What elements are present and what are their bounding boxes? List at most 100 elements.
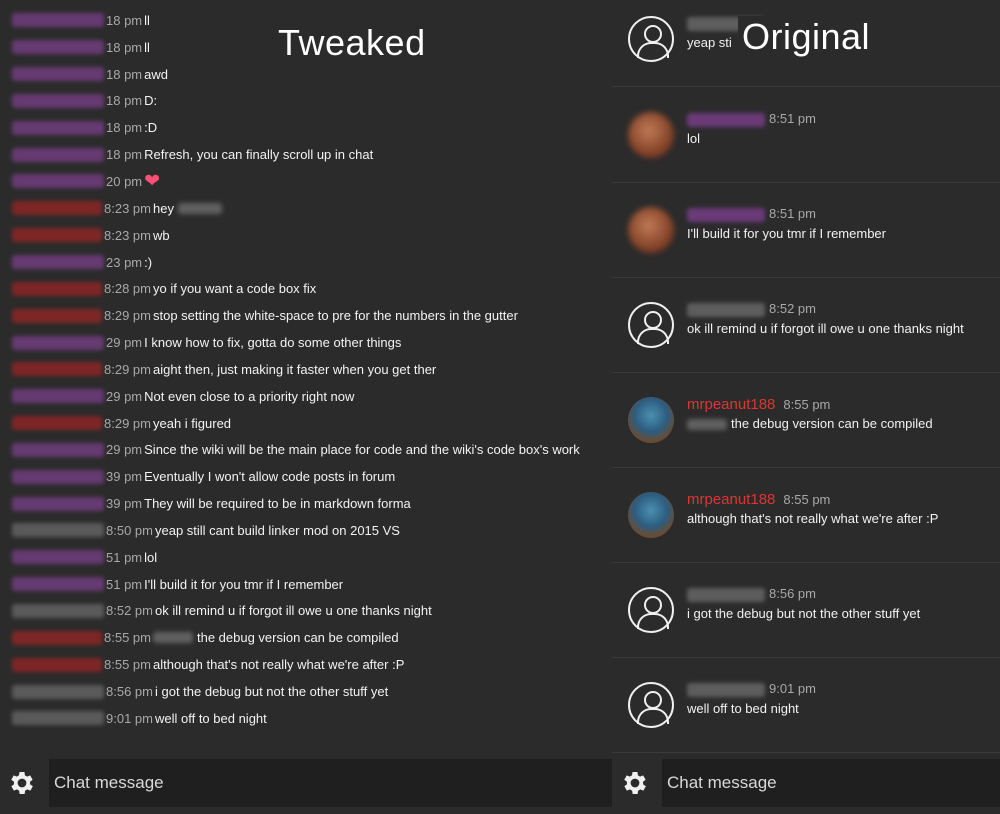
redacted-username[interactable] bbox=[12, 335, 104, 350]
message-text-line: the debug version can be compiled bbox=[687, 416, 933, 431]
message-row: 51 pm I'll build it for you tmr if I reme… bbox=[0, 571, 612, 598]
message-row: 39 pm They will be required to be in mark… bbox=[0, 490, 612, 517]
message-card: mrpeanut188 8:55 pm the debug version can … bbox=[612, 373, 1000, 468]
message-timestamp: 8:52 pm bbox=[106, 603, 153, 619]
avatar[interactable] bbox=[628, 207, 674, 253]
message-row: 29 pm Since the wiki will be the main pla… bbox=[0, 437, 612, 464]
message-card: 8:56 pm i got the debug but not the other… bbox=[612, 563, 1000, 658]
redacted-username[interactable] bbox=[687, 682, 765, 697]
redacted-username[interactable] bbox=[687, 587, 765, 602]
message-timestamp: 18 pm bbox=[106, 120, 143, 136]
redacted-username[interactable] bbox=[12, 389, 104, 404]
redacted-username[interactable] bbox=[12, 281, 102, 296]
user-icon[interactable] bbox=[628, 16, 674, 62]
message-row: 18 pm D: bbox=[0, 88, 612, 115]
message-timestamp: 8:55 pm bbox=[104, 630, 151, 646]
message-header: 9:01 pm bbox=[687, 681, 816, 697]
message-text: ok ill remind u if forgot ill owe u one … bbox=[154, 603, 432, 619]
message-text-line: well off to bed night bbox=[687, 701, 799, 716]
message-text: lol bbox=[144, 549, 158, 565]
chat-input-placeholder: Chat message bbox=[54, 773, 164, 792]
message-text-line: lol bbox=[687, 131, 700, 146]
redacted-username[interactable] bbox=[12, 228, 102, 243]
message-header: mrpeanut188 8:55 pm bbox=[687, 491, 830, 508]
message-text: i got the debug but not the other stuff … bbox=[154, 684, 389, 700]
redacted-username[interactable] bbox=[12, 308, 102, 323]
message-text: Not even close to a priority right now bbox=[144, 388, 355, 404]
message-header: 8:51 pm bbox=[687, 111, 816, 127]
avatar[interactable] bbox=[628, 492, 674, 538]
redacted-username[interactable] bbox=[12, 40, 104, 55]
message-timestamp: 8:55 pm bbox=[783, 492, 831, 507]
redacted-username[interactable] bbox=[12, 93, 104, 108]
avatar[interactable] bbox=[628, 397, 674, 443]
user-icon[interactable] bbox=[628, 302, 674, 348]
redacted-username[interactable] bbox=[12, 147, 104, 162]
redacted-username[interactable] bbox=[687, 112, 765, 127]
message-text: lol bbox=[687, 131, 701, 146]
redacted-username[interactable] bbox=[687, 302, 765, 317]
redacted-username[interactable] bbox=[12, 550, 104, 565]
redacted-username[interactable] bbox=[12, 120, 104, 135]
message-timestamp: 39 pm bbox=[106, 496, 143, 512]
redacted-username[interactable] bbox=[12, 523, 104, 538]
user-icon[interactable] bbox=[628, 682, 674, 728]
chat-message-input[interactable]: Chat message bbox=[49, 759, 612, 807]
message-text-line: although that's not really what we're af… bbox=[687, 511, 938, 526]
gear-icon[interactable] bbox=[7, 768, 37, 798]
message-timestamp: 18 pm bbox=[106, 39, 143, 55]
message-text: wb bbox=[152, 227, 170, 243]
username[interactable]: mrpeanut188 bbox=[687, 396, 775, 413]
message-timestamp: 51 pm bbox=[106, 549, 143, 565]
message-header: 8:52 pm bbox=[687, 301, 816, 317]
message-text: the debug version can be compiled bbox=[731, 416, 933, 431]
redacted-username[interactable] bbox=[12, 657, 102, 672]
message-header: 8:51 pm bbox=[687, 206, 816, 222]
message-text: well off to bed night bbox=[687, 701, 799, 716]
message-text: although that's not really what we're af… bbox=[152, 657, 405, 673]
redacted-username[interactable] bbox=[12, 201, 102, 216]
redacted-username[interactable] bbox=[12, 630, 102, 645]
redacted-username[interactable] bbox=[12, 442, 104, 457]
message-timestamp: 29 pm bbox=[106, 335, 143, 351]
redacted-username[interactable] bbox=[12, 13, 104, 28]
message-timestamp: 8:55 pm bbox=[783, 397, 831, 412]
message-row: 29 pm I know how to fix, gotta do some ot… bbox=[0, 329, 612, 356]
redacted-username[interactable] bbox=[12, 469, 104, 484]
redacted-mention bbox=[687, 419, 727, 431]
message-timestamp: 8:28 pm bbox=[104, 281, 151, 297]
redacted-mention bbox=[152, 632, 193, 644]
message-timestamp: 8:50 pm bbox=[106, 522, 153, 538]
message-text: yeap still cant build linker mod on 2015… bbox=[154, 522, 400, 538]
message-row: 8:23 pm hey bbox=[0, 195, 612, 222]
redacted-username[interactable] bbox=[687, 207, 765, 222]
redacted-username[interactable] bbox=[12, 362, 102, 377]
message-row: 8:55 pm the debug version can be compiled bbox=[0, 624, 612, 651]
message-text: stop setting the white-space to pre for … bbox=[152, 308, 518, 324]
message-text-line: I'll build it for you tmr if I remember bbox=[687, 226, 886, 241]
original-chat-panel: yeap sti n 2015 VS8:51 pmlol8:51 pmI'll … bbox=[612, 0, 1000, 814]
user-icon[interactable] bbox=[628, 587, 674, 633]
message-text: ok ill remind u if forgot ill owe u one … bbox=[687, 321, 964, 336]
redacted-username[interactable] bbox=[12, 603, 104, 618]
message-timestamp: 8:55 pm bbox=[104, 657, 151, 673]
username[interactable]: mrpeanut188 bbox=[687, 491, 775, 508]
message-row: 9:01 pm well off to bed night bbox=[0, 705, 612, 732]
message-row: 51 pm lol bbox=[0, 544, 612, 571]
chat-message-input[interactable]: Chat message bbox=[662, 759, 1000, 807]
redacted-username[interactable] bbox=[12, 577, 104, 592]
avatar[interactable] bbox=[628, 112, 674, 158]
message-text: aight then, just making it faster when y… bbox=[152, 361, 437, 377]
redacted-username[interactable] bbox=[12, 684, 104, 699]
message-timestamp: 9:01 pm bbox=[106, 710, 153, 726]
message-card: 9:01 pm well off to bed night bbox=[612, 658, 1000, 753]
message-timestamp: 8:56 pm bbox=[106, 684, 153, 700]
redacted-username[interactable] bbox=[12, 711, 104, 726]
redacted-username[interactable] bbox=[12, 255, 104, 270]
message-timestamp: 39 pm bbox=[106, 469, 143, 485]
redacted-username[interactable] bbox=[12, 416, 102, 431]
redacted-username[interactable] bbox=[12, 174, 104, 189]
redacted-username[interactable] bbox=[12, 496, 104, 511]
gear-icon[interactable] bbox=[620, 768, 650, 798]
redacted-username[interactable] bbox=[12, 67, 104, 82]
